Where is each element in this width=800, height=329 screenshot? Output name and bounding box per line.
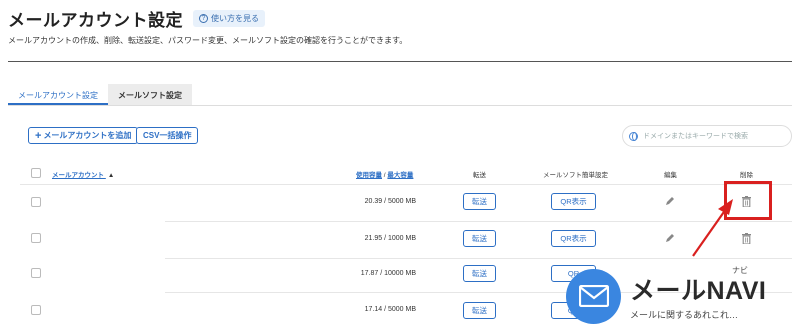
usage-value: 17.87 / 10000 MB	[360, 270, 416, 277]
trash-icon[interactable]	[742, 233, 751, 244]
tab-bar: メールアカウント設定 メールソフト設定	[8, 84, 192, 105]
add-account-label: メールアカウントを追加	[43, 131, 132, 140]
page-description: メールアカウントの作成、削除、転送設定、パスワード変更、メールソフト設定の確認を…	[8, 36, 408, 45]
column-mail-setting-header: メールソフト簡単設定	[543, 172, 608, 179]
tabs-divider	[8, 105, 792, 106]
header-divider	[8, 61, 792, 62]
plus-icon: +	[35, 129, 42, 142]
column-usage-header[interactable]: 使用容量 / 最大容量	[356, 169, 413, 179]
globe-icon	[629, 131, 638, 141]
question-circle-icon: ?	[199, 14, 208, 23]
qr-display-button[interactable]: QR表示	[551, 230, 596, 247]
envelope-icon	[579, 285, 609, 307]
qr-display-button[interactable]: QR表示	[551, 193, 596, 210]
usage-value: 17.14 / 5000 MB	[364, 306, 416, 313]
pencil-icon[interactable]	[665, 233, 675, 243]
column-transfer-header: 転送	[473, 172, 486, 179]
transfer-button[interactable]: 転送	[463, 265, 496, 282]
logo-tagline: メールに関するあれこれ…	[630, 310, 739, 320]
transfer-button[interactable]: 転送	[463, 193, 496, 210]
row-checkbox[interactable]	[31, 305, 41, 315]
column-account-label: メールアカウント	[52, 172, 104, 179]
sort-used-link[interactable]: 使用容量	[356, 172, 382, 179]
usage-value: 21.95 / 1000 MB	[364, 235, 416, 242]
page-title: メールアカウント設定	[8, 11, 183, 30]
row-checkbox[interactable]	[31, 197, 41, 207]
row-checkbox[interactable]	[31, 233, 41, 243]
transfer-button[interactable]: 転送	[463, 302, 496, 319]
logo-ruby: ナビ	[732, 266, 748, 275]
column-edit-header: 編集	[664, 172, 677, 179]
header-row-divider	[20, 184, 792, 185]
transfer-button[interactable]: 転送	[463, 230, 496, 247]
add-account-button[interactable]: + メールアカウントを追加	[28, 127, 139, 144]
page-header: メールアカウント設定 ? 使い方を見る	[8, 6, 265, 31]
usage-value: 20.39 / 5000 MB	[364, 198, 416, 205]
logo-name: メールNAVI	[630, 277, 767, 305]
row-divider	[165, 221, 792, 222]
row-divider	[165, 258, 792, 259]
delete-highlight-box	[724, 181, 772, 220]
tab-mail-software-settings[interactable]: メールソフト設定	[108, 84, 192, 105]
column-account-header[interactable]: メールアカウント ▲	[52, 169, 114, 179]
sort-ascending-icon: ▲	[107, 172, 115, 179]
sort-max-link[interactable]: 最大容量	[387, 172, 413, 179]
mail-navi-logo: メールNAVI ナビ メールに関するあれこれ…	[566, 266, 798, 329]
row-checkbox[interactable]	[31, 268, 41, 278]
search-input[interactable]: ドメインまたはキーワードで検索	[622, 125, 792, 147]
help-button[interactable]: ? 使い方を見る	[193, 10, 265, 27]
help-button-label: 使い方を見る	[211, 14, 259, 23]
select-all-checkbox[interactable]	[31, 168, 41, 178]
column-delete-header: 削除	[740, 172, 753, 179]
csv-bulk-button[interactable]: CSV一括操作	[136, 127, 199, 144]
tab-mail-account-settings[interactable]: メールアカウント設定	[8, 84, 108, 105]
pencil-icon[interactable]	[665, 196, 675, 206]
search-placeholder: ドメインまたはキーワードで検索	[643, 133, 748, 140]
